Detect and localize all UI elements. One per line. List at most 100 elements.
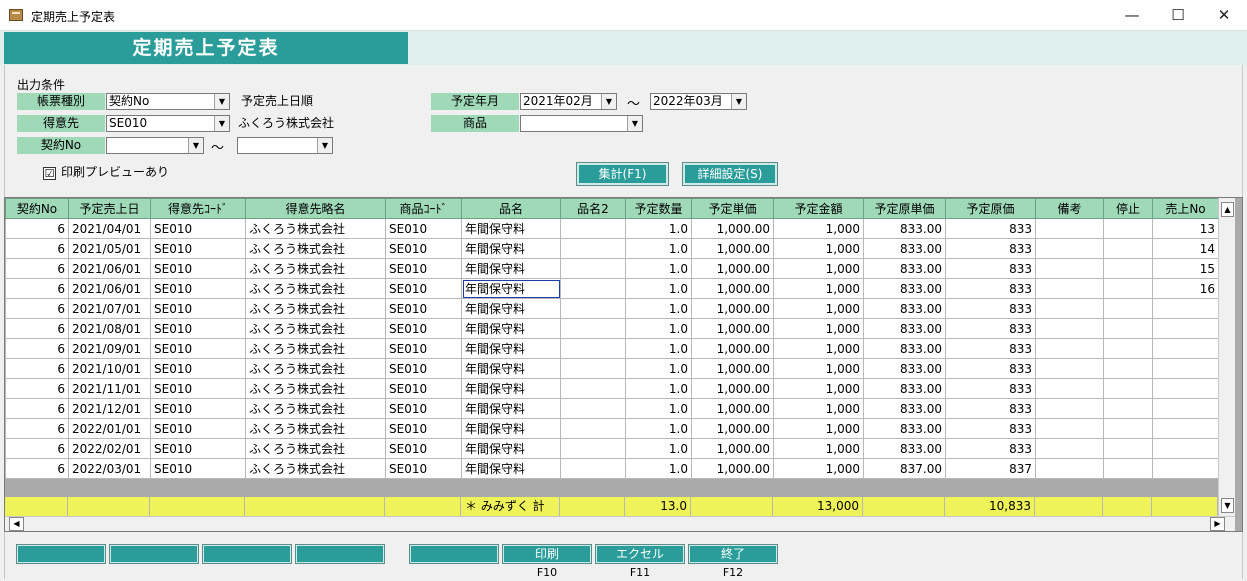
grid-cell[interactable] [1152,318,1219,339]
grid-cell[interactable] [1152,298,1219,319]
grid-cell[interactable]: 833.00 [863,258,946,279]
grid-cell[interactable] [1152,478,1219,499]
detail-settings-button[interactable]: 詳細設定(S) [682,162,778,186]
table-row[interactable]: 6 2021/04/01 SE010 ふくろう株式会社 SE010 年間保守料 1.0 1,0… [5,218,1219,239]
period-from-select[interactable]: 2021年02月 ▼ [520,93,617,110]
column-header[interactable]: 売上No [1152,198,1219,219]
grid-cell[interactable]: 1,000 [773,258,864,279]
grid-cell[interactable]: 1,000.00 [691,398,774,419]
grid-cell[interactable]: 2021/09/01 [68,338,151,359]
grid-cell[interactable]: 6 [5,438,69,459]
grid-cell[interactable]: ふくろう株式会社 [245,338,386,359]
grid-cell[interactable]: 2021/06/01 [68,278,151,299]
table-row[interactable]: 6 2022/03/01 SE010 ふくろう株式会社 SE010 年間保守料 1.0 1,0… [5,458,1219,479]
grid-cell[interactable]: 1.0 [625,378,692,399]
grid-cell[interactable]: 1,000.00 [691,458,774,479]
column-header[interactable]: 停止 [1103,198,1153,219]
grid-cell[interactable]: 833 [945,278,1036,299]
grid-cell[interactable] [560,278,626,299]
grid-cell[interactable]: 年間保守料 [461,438,561,459]
scroll-down-icon[interactable]: ▼ [1221,498,1234,513]
grid-cell[interactable] [461,478,561,499]
vertical-scrollbar[interactable]: ▲ ▼ [1218,198,1235,516]
grid-cell[interactable]: 1.0 [625,418,692,439]
function-key-button[interactable] [409,544,499,564]
grid-cell[interactable]: ふくろう株式会社 [245,378,386,399]
grid-cell[interactable]: 6 [5,278,69,299]
grid-cell[interactable]: ふくろう株式会社 [245,238,386,259]
grid-cell[interactable]: 1,000.00 [691,378,774,399]
column-header[interactable]: 品名2 [560,198,626,219]
grid-cell[interactable]: 1,000 [773,358,864,379]
grid-cell[interactable] [945,478,1036,499]
grid-cell[interactable]: 833 [945,218,1036,239]
scroll-right-icon[interactable]: ▶ [1210,517,1225,531]
grid-cell[interactable]: SE010 [150,358,246,379]
grid-cell[interactable]: 833.00 [863,438,946,459]
grid-cell[interactable] [691,478,774,499]
print-preview-checkbox[interactable]: ☑ [43,167,56,180]
grid-cell[interactable]: 833 [945,238,1036,259]
grid-cell[interactable]: 1,000.00 [691,418,774,439]
grid-cell[interactable]: 2021/07/01 [68,298,151,319]
grid-cell[interactable]: 年間保守料 [461,278,561,299]
aggregate-button[interactable]: 集計(F1) [576,162,669,186]
grid-cell[interactable] [1152,458,1219,479]
grid-cell[interactable]: 833.00 [863,338,946,359]
grid-cell[interactable]: 1,000 [773,298,864,319]
grid-cell[interactable]: 年間保守料 [461,238,561,259]
grid-cell[interactable] [1103,438,1153,459]
grid-cell[interactable]: 年間保守料 [461,378,561,399]
grid-cell[interactable]: 1,000 [773,398,864,419]
grid-cell[interactable]: 833 [945,298,1036,319]
grid-cell[interactable]: SE010 [150,218,246,239]
grid-cell[interactable]: 6 [5,458,69,479]
grid-cell[interactable]: ふくろう株式会社 [245,458,386,479]
grid-cell[interactable]: SE010 [150,238,246,259]
grid-cell[interactable]: 833.00 [863,398,946,419]
grid-cell[interactable]: 833.00 [863,318,946,339]
grid-cell[interactable] [863,478,946,499]
grid-cell[interactable] [1103,478,1153,499]
grid-cell[interactable]: 1,000 [773,458,864,479]
grid-cell[interactable]: 1,000 [773,418,864,439]
grid-cell[interactable]: 1,000 [773,438,864,459]
grid-cell[interactable]: 年間保守料 [461,418,561,439]
grid-cell[interactable] [1035,258,1104,279]
grid-cell[interactable]: 1,000.00 [691,218,774,239]
grid-cell[interactable]: 1.0 [625,398,692,419]
grid-cell[interactable]: SE010 [385,238,462,259]
grid-cell[interactable] [773,478,864,499]
grid-cell[interactable]: 14 [1152,238,1219,259]
grid-cell[interactable] [560,258,626,279]
grid-cell[interactable]: 833 [945,438,1036,459]
grid-cell[interactable]: 1,000.00 [691,318,774,339]
grid-cell[interactable]: 1,000.00 [691,258,774,279]
grid-cell[interactable]: 6 [5,318,69,339]
horizontal-scrollbar[interactable]: ◀ ▶ [5,516,1235,531]
grid-cell[interactable] [1035,338,1104,359]
grid-cell[interactable]: SE010 [385,338,462,359]
grid-cell[interactable]: SE010 [385,418,462,439]
grid-cell[interactable] [1035,218,1104,239]
grid-cell[interactable] [1103,358,1153,379]
grid-cell[interactable]: 6 [5,418,69,439]
grid-cell[interactable] [560,378,626,399]
grid-cell[interactable]: 833.00 [863,418,946,439]
grid-cell[interactable] [1035,318,1104,339]
grid-cell[interactable]: SE010 [150,398,246,419]
grid-cell[interactable]: 1,000.00 [691,338,774,359]
function-key-button[interactable] [16,544,106,564]
column-header[interactable]: 予定数量 [625,198,692,219]
contract-from-select[interactable]: ▼ [106,137,204,154]
grid-cell[interactable] [560,358,626,379]
grid-cell[interactable]: 6 [5,218,69,239]
grid-cell[interactable]: 1,000 [773,378,864,399]
grid-cell[interactable]: SE010 [385,358,462,379]
table-row[interactable]: 6 2021/07/01 SE010 ふくろう株式会社 SE010 年間保守料 1.0 1,0… [5,298,1219,319]
grid-cell[interactable]: SE010 [150,418,246,439]
grid-cell[interactable]: 年間保守料 [461,458,561,479]
chevron-down-icon[interactable]: ▼ [214,116,229,131]
grid-cell[interactable]: 1.0 [625,218,692,239]
grid-cell[interactable]: 16 [1152,278,1219,299]
